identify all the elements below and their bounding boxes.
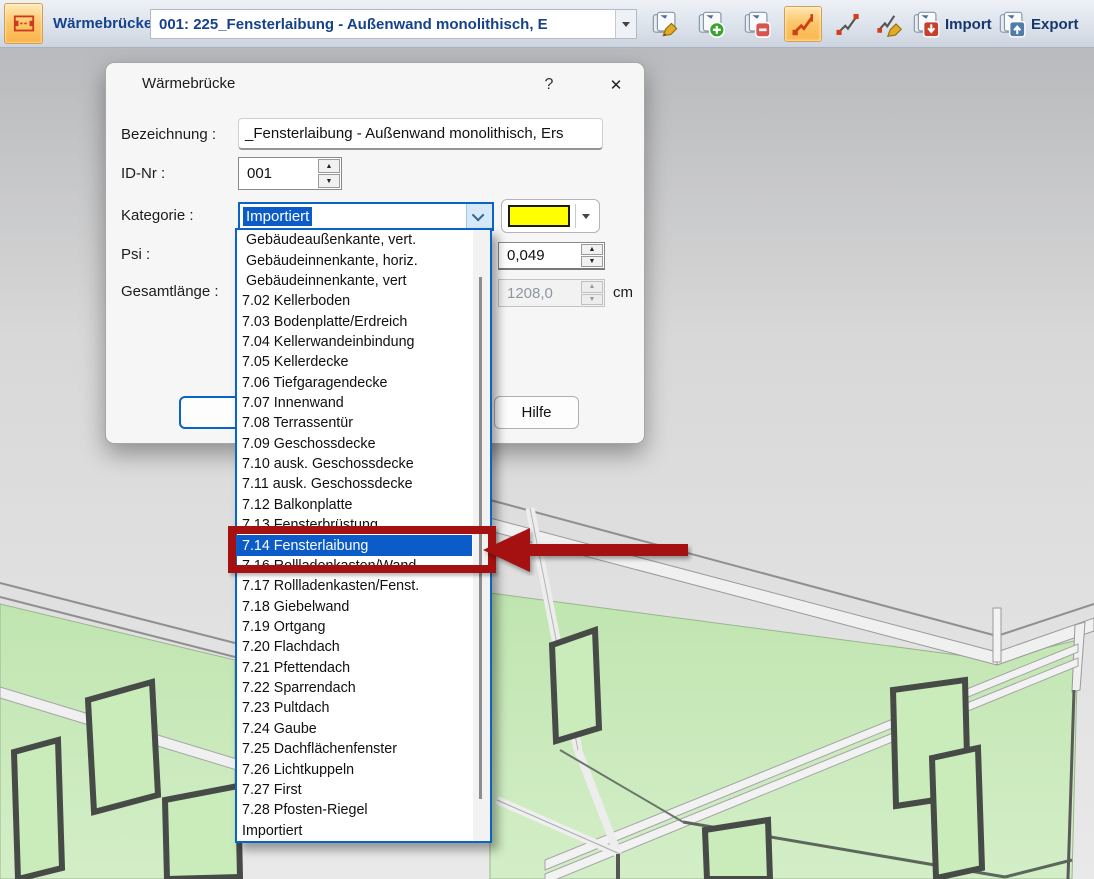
dropdown-item[interactable]: Gebäudeinnenkante, horiz. [237, 250, 472, 270]
dropdown-item[interactable]: 7.28 Pfosten-Riegel [237, 800, 472, 820]
remove-thermal-bridge-button[interactable] [738, 6, 776, 42]
dropdown-item[interactable]: 7.06 Tiefgaragendecke [237, 373, 472, 393]
close-icon[interactable]: ✕ [598, 70, 634, 100]
dropdown-item[interactable]: 7.04 Kellerwandeinbindung [237, 332, 472, 352]
help-button[interactable]: ? [534, 70, 564, 100]
kategorie-combobox[interactable]: Importiert [238, 202, 494, 231]
polyline-edit-icon [875, 10, 903, 38]
pick-thermal-bridge-line-button[interactable] [828, 6, 866, 42]
id-nr-label: ID-Nr : [121, 165, 165, 182]
kategorie-value: Importiert [243, 207, 312, 226]
dropdown-item[interactable]: 7.20 Flachdach [237, 637, 472, 657]
add-thermal-bridge-button[interactable] [692, 6, 730, 42]
dropdown-item[interactable]: 7.10 ausk. Geschossdecke [237, 454, 472, 474]
dropdown-item[interactable]: 7.18 Giebelwand [237, 596, 472, 616]
gesamtlaenge-label: Gesamtlänge : [121, 283, 219, 300]
dropdown-item[interactable]: Importiert [237, 820, 472, 840]
edit-icon [651, 10, 679, 38]
combobox-dropdown-button[interactable] [615, 10, 636, 38]
spin-down-icon[interactable]: ▼ [318, 174, 340, 188]
app-window: Wärmebrücke : 001: 225_Fensterlaibung - … [0, 0, 1094, 879]
export-button[interactable]: Export [998, 6, 1079, 42]
dialog-title: Wärmebrücke [142, 75, 235, 92]
chevron-down-icon [472, 209, 485, 222]
window-frame [705, 820, 770, 879]
main-toolbar: Wärmebrücke : 001: 225_Fensterlaibung - … [0, 0, 1094, 48]
dropdown-item[interactable]: 7.03 Bodenplatte/Erdreich [237, 311, 472, 331]
dropdown-item[interactable]: 7.21 Pfettendach [237, 658, 472, 678]
thermal-bridge-mode-toggle[interactable] [4, 3, 43, 44]
dropdown-item[interactable]: 7.07 Innenwand [237, 393, 472, 413]
annotation-highlight-rectangle [228, 526, 496, 573]
thermal-bridge-combobox[interactable]: 001: 225_Fensterlaibung - Außenwand mono… [150, 9, 637, 39]
dropdown-item[interactable]: 7.27 First [237, 780, 472, 800]
id-nr-stepper[interactable]: 001 ▲ ▼ [238, 157, 342, 190]
dropdown-item[interactable]: 7.02 Kellerboden [237, 291, 472, 311]
id-nr-value: 001 [239, 158, 317, 189]
hilfe-button[interactable]: Hilfe [494, 396, 579, 429]
color-swatch [508, 205, 570, 227]
edit-thermal-bridge-button[interactable] [646, 6, 684, 42]
thermal-bridge-plan-icon [11, 11, 37, 37]
dropdown-item[interactable]: 7.17 Rollladenkasten/Fenst. [237, 576, 472, 596]
divider [575, 204, 576, 228]
spin-down-icon: ▼ [581, 294, 603, 306]
chevron-down-icon [622, 22, 630, 27]
dropdown-item[interactable]: 7.24 Gaube [237, 719, 472, 739]
spin-up-icon: ▲ [581, 281, 603, 293]
window-frame [14, 740, 62, 879]
gesamtlaenge-value: 1208,0 [499, 280, 580, 306]
kategorie-label: Kategorie : [121, 207, 194, 224]
dropdown-item[interactable]: Gebäudeaußenkante, vert. [237, 230, 472, 250]
spin-down-icon[interactable]: ▼ [581, 256, 603, 267]
bezeichnung-label: Bezeichnung : [121, 126, 216, 143]
category-color-picker[interactable] [501, 199, 600, 233]
psi-label: Psi : [121, 246, 150, 263]
dropdown-item[interactable]: 7.11 ausk. Geschossdecke [237, 474, 472, 494]
add-icon [697, 10, 725, 38]
spin-up-icon[interactable]: ▲ [581, 244, 603, 255]
dropdown-item[interactable]: 7.19 Ortgang [237, 617, 472, 637]
import-label: Import [945, 16, 992, 33]
thermal-bridge-combobox-value: 001: 225_Fensterlaibung - Außenwand mono… [151, 16, 615, 33]
window-frame [552, 630, 599, 741]
gesamtlaenge-stepper: 1208,0 ▲ ▼ [498, 279, 605, 307]
import-icon [912, 10, 940, 38]
dropdown-item[interactable]: 7.09 Geschossdecke [237, 434, 472, 454]
dropdown-item[interactable]: 7.05 Kellerdecke [237, 352, 472, 372]
dropdown-item[interactable]: 7.12 Balkonplatte [237, 495, 472, 515]
psi-value: 0,049 [499, 243, 580, 268]
chevron-down-icon [582, 214, 590, 219]
gesamtlaenge-unit: cm [613, 284, 633, 301]
kategorie-dropdown-button[interactable] [466, 204, 492, 229]
psi-stepper[interactable]: 0,049 ▲ ▼ [498, 242, 605, 270]
window-frame [88, 682, 158, 812]
annotation-arrow [478, 524, 693, 576]
spin-up-icon[interactable]: ▲ [318, 159, 340, 173]
bezeichnung-input[interactable]: _Fensterlaibung - Außenwand monolithisch… [238, 118, 603, 150]
toolbar-label: Wärmebrücke : [53, 15, 161, 32]
dropdown-item[interactable]: 7.26 Lichtkuppeln [237, 759, 472, 779]
export-label: Export [1031, 16, 1079, 33]
draw-thermal-bridge-line-button[interactable] [784, 6, 822, 42]
import-button[interactable]: Import [912, 6, 992, 42]
remove-icon [743, 10, 771, 38]
window-frame [932, 748, 982, 878]
edit-thermal-bridge-line-button[interactable] [870, 6, 908, 42]
dropdown-item[interactable]: 7.08 Terrassentür [237, 413, 472, 433]
dropdown-item[interactable]: Gebäudeinnenkante, vert [237, 271, 472, 291]
polyline-icon [789, 10, 817, 38]
dropdown-item[interactable]: 7.22 Sparrendach [237, 678, 472, 698]
polyline-points-icon [833, 10, 861, 38]
window-frame [165, 786, 240, 879]
dropdown-item[interactable]: 7.23 Pultdach [237, 698, 472, 718]
dropdown-item[interactable]: 7.25 Dachflächenfenster [237, 739, 472, 759]
export-icon [998, 10, 1026, 38]
